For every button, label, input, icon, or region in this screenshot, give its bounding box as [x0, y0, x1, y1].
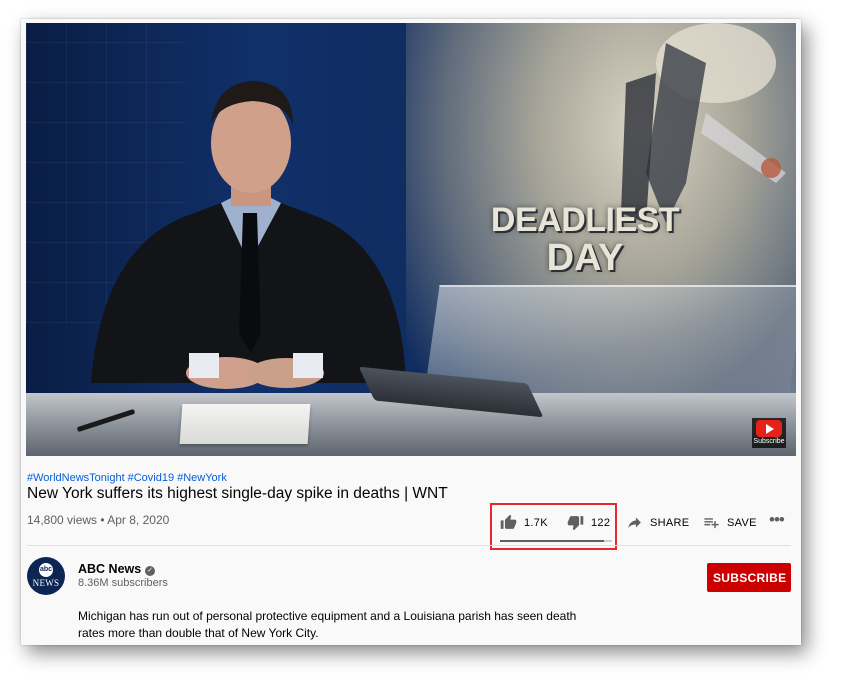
divider: [27, 545, 791, 546]
video-meta: 14,800 views • Apr 8, 2020: [27, 513, 170, 527]
channel-name[interactable]: ABC News: [78, 562, 141, 576]
hashtags: #WorldNewsTonight #Covid19 #NewYork: [27, 472, 230, 484]
youtube-logo-icon: [756, 420, 782, 437]
video-title: New York suffers its highest single-day …: [27, 485, 448, 502]
channel-avatar[interactable]: abc NEWS: [27, 557, 65, 595]
verified-icon: ✓: [145, 566, 156, 576]
headline-line-1: DEADLIEST: [490, 201, 680, 239]
headline-line-2: DAY: [546, 237, 624, 279]
subscriber-count: 8.36M subscribers: [78, 577, 168, 589]
share-button[interactable]: SHARE: [626, 514, 689, 531]
like-dislike-highlight-box: [490, 503, 617, 550]
desk-papers: [179, 404, 311, 444]
avatar-logo-text: abc: [39, 563, 53, 577]
more-icon[interactable]: •••: [769, 510, 785, 530]
youtube-watch-page: DEADLIEST DAY Subscribe #WorldNewsTonigh…: [21, 19, 801, 645]
video-headline-graphic: DEADLIEST DAY: [485, 203, 685, 277]
playlist-add-icon: [704, 518, 719, 529]
subscribe-button[interactable]: SUBSCRIBE: [707, 563, 791, 592]
video-player[interactable]: DEADLIEST DAY Subscribe: [26, 23, 796, 456]
share-icon: [628, 517, 641, 529]
watermark-caption: Subscribe: [753, 438, 785, 445]
share-label: SHARE: [650, 516, 690, 529]
subscribe-watermark[interactable]: Subscribe: [752, 418, 786, 448]
save-button[interactable]: SAVE: [703, 514, 757, 531]
avatar-news-text: NEWS: [32, 578, 60, 588]
hashtag-link[interactable]: #Covid19: [128, 472, 174, 484]
channel-name-row: ABC News ✓: [78, 562, 156, 576]
video-description: Michigan has run out of personal protect…: [78, 609, 577, 640]
save-label: SAVE: [727, 516, 757, 529]
hashtag-link[interactable]: #NewYork: [177, 472, 227, 484]
hashtag-link[interactable]: #WorldNewsTonight: [27, 472, 125, 484]
